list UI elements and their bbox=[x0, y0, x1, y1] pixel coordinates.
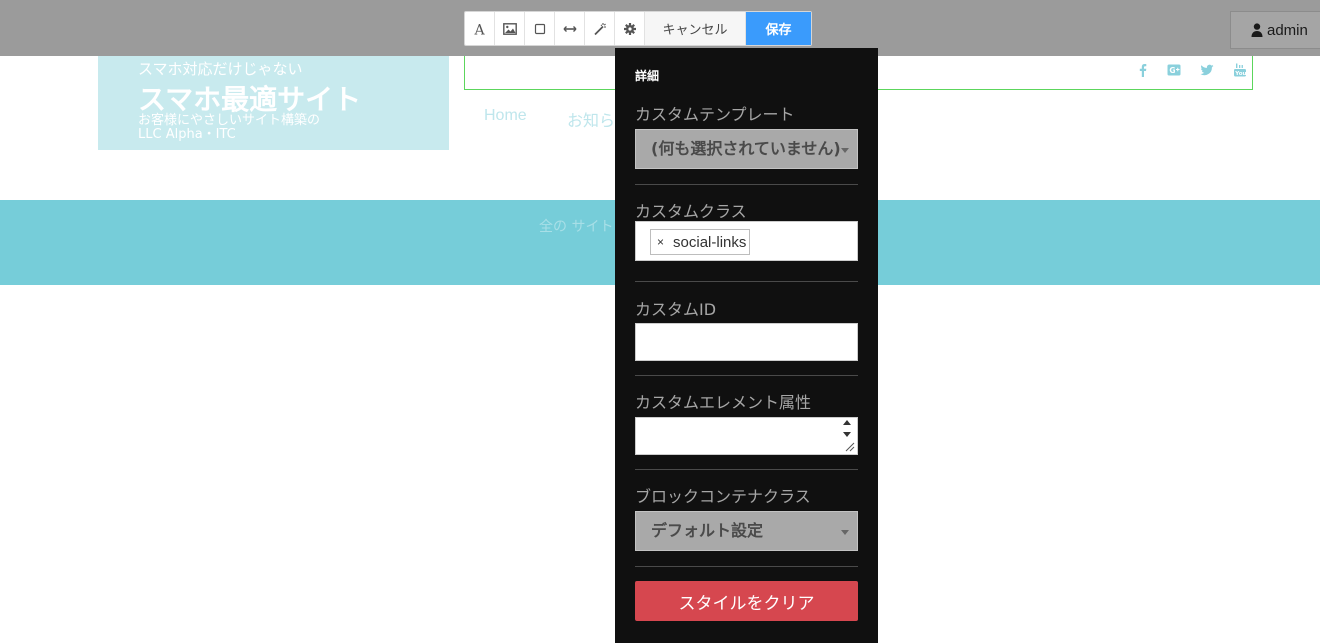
custom-attr-textarea[interactable] bbox=[635, 417, 858, 455]
divider bbox=[635, 281, 858, 282]
chevron-down-icon bbox=[841, 530, 849, 535]
save-button[interactable]: 保存 bbox=[746, 12, 811, 45]
magic-wand-icon bbox=[593, 22, 606, 35]
settings-tool-button[interactable] bbox=[615, 12, 645, 45]
divider bbox=[635, 469, 858, 470]
custom-class-label: カスタムクラス bbox=[635, 202, 747, 221]
page-root: スマホ対応だけじゃない スマホ最適サイト お客様にやさしいサイト構築の LLC … bbox=[0, 0, 1320, 643]
site-logo-block[interactable]: スマホ対応だけじゃない スマホ最適サイト お客様にやさしいサイト構築の LLC … bbox=[98, 48, 449, 150]
gear-icon bbox=[623, 22, 636, 35]
divider bbox=[635, 184, 858, 185]
custom-template-value: (何も選択されていません) bbox=[651, 139, 841, 158]
nav-news-link[interactable]: お知ら bbox=[567, 107, 615, 131]
site-company: LLC Alpha・ITC bbox=[138, 127, 236, 142]
google-plus-icon[interactable]: G bbox=[1166, 62, 1182, 78]
box-icon bbox=[534, 23, 545, 34]
block-container-select[interactable]: デフォルト設定 bbox=[635, 511, 858, 551]
nav-home-link[interactable]: Home bbox=[484, 107, 527, 125]
image-tool-button[interactable] bbox=[495, 12, 525, 45]
admin-menu-button[interactable]: admin bbox=[1230, 11, 1320, 49]
youtube-icon[interactable]: You bbox=[1232, 62, 1248, 78]
banner-text: 全の サイト bbox=[539, 219, 614, 235]
svg-text:You: You bbox=[1234, 71, 1246, 77]
twitter-icon[interactable] bbox=[1199, 62, 1215, 78]
custom-template-label: カスタムテンプレート bbox=[635, 105, 795, 124]
divider bbox=[635, 375, 858, 376]
class-tag: × social-links bbox=[650, 229, 751, 255]
custom-class-input[interactable]: × social-links bbox=[635, 221, 858, 261]
admin-label: admin bbox=[1267, 21, 1308, 39]
cancel-button[interactable]: キャンセル bbox=[645, 12, 746, 45]
tag-remove-icon[interactable]: × bbox=[657, 235, 664, 249]
block-container-value: デフォルト設定 bbox=[651, 521, 764, 540]
chevron-down-icon bbox=[841, 148, 849, 153]
box-tool-button[interactable] bbox=[525, 12, 555, 45]
custom-id-input[interactable] bbox=[635, 323, 858, 361]
panel-title: 詳細 bbox=[635, 69, 660, 83]
block-container-label: ブロックコンテナクラス bbox=[635, 487, 811, 506]
divider-icon bbox=[563, 25, 576, 32]
detail-settings-panel: 詳細 カスタムテンプレート (何も選択されていません) カスタムクラス × so… bbox=[615, 48, 878, 643]
text-tool-button[interactable]: A bbox=[465, 12, 495, 45]
class-tag-label: social-links bbox=[673, 233, 747, 251]
image-icon bbox=[502, 22, 517, 35]
spin-up-icon[interactable] bbox=[843, 420, 851, 425]
custom-template-select[interactable]: (何も選択されていません) bbox=[635, 129, 858, 169]
facebook-icon[interactable] bbox=[1135, 62, 1151, 78]
custom-id-label: カスタムID bbox=[635, 300, 717, 319]
clear-style-button[interactable]: スタイルをクリア bbox=[635, 581, 858, 621]
spin-down-icon[interactable] bbox=[843, 432, 851, 437]
svg-text:A: A bbox=[473, 22, 485, 36]
divider bbox=[635, 566, 858, 567]
spinner-control[interactable] bbox=[840, 420, 854, 437]
editor-toolbar: A キャンセル 保存 bbox=[464, 11, 812, 46]
user-icon bbox=[1251, 23, 1263, 37]
magic-tool-button[interactable] bbox=[585, 12, 615, 45]
divider-tool-button[interactable] bbox=[555, 12, 585, 45]
text-icon: A bbox=[473, 22, 485, 36]
site-tagline: スマホ対応だけじゃない bbox=[138, 60, 303, 78]
resize-handle-icon[interactable] bbox=[843, 440, 855, 452]
svg-text:G: G bbox=[1169, 66, 1175, 75]
custom-attr-label: カスタムエレメント属性 bbox=[635, 393, 812, 412]
